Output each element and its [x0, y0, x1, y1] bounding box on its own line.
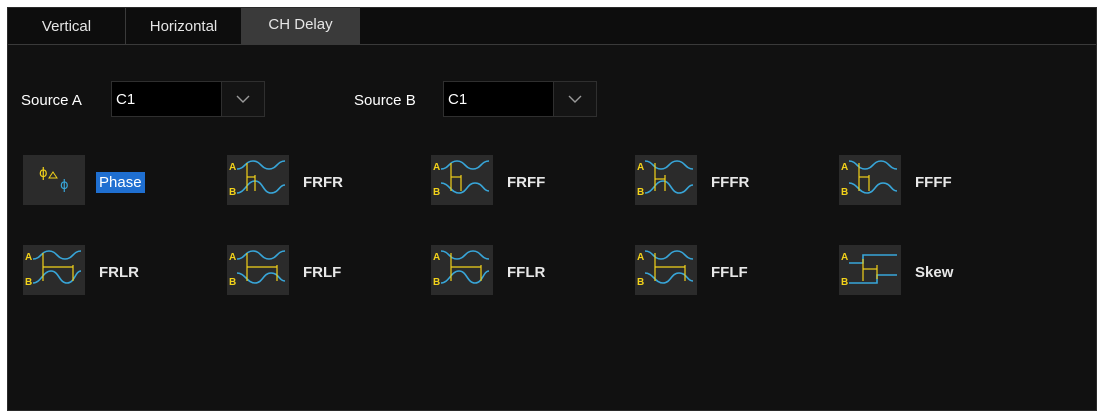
svg-text:A: A: [229, 162, 236, 173]
svg-text:A: A: [433, 252, 440, 263]
svg-text:A: A: [841, 252, 848, 263]
tab-bar: Vertical Horizontal CH Delay: [8, 8, 1096, 45]
svg-text:A: A: [433, 162, 440, 173]
svg-text:B: B: [637, 277, 644, 288]
source-b-value: C1: [448, 91, 468, 108]
svg-text:B: B: [25, 277, 32, 288]
phase-icon[interactable]: ϕ ϕ: [23, 155, 85, 205]
svg-text:ϕ: ϕ: [39, 166, 48, 181]
frlr-icon[interactable]: A B: [23, 245, 85, 295]
measure-label-fflf[interactable]: FFLF: [711, 264, 748, 281]
measure-label-fflr[interactable]: FFLR: [507, 264, 545, 281]
svg-text:A: A: [25, 252, 32, 263]
source-a-select[interactable]: C1: [111, 81, 265, 117]
measure-label-phase[interactable]: Phase: [96, 172, 145, 193]
svg-text:B: B: [433, 277, 440, 288]
fflf-icon[interactable]: A B: [635, 245, 697, 295]
skew-icon[interactable]: A B: [839, 245, 901, 295]
source-b-label: Source B: [354, 92, 416, 109]
svg-text:A: A: [229, 252, 236, 263]
frfr-icon[interactable]: A B: [227, 155, 289, 205]
svg-text:A: A: [841, 162, 848, 173]
frff-icon[interactable]: A B: [431, 155, 493, 205]
svg-text:B: B: [433, 187, 440, 198]
source-b-select[interactable]: C1: [443, 81, 597, 117]
svg-text:A: A: [637, 252, 644, 263]
ffff-icon[interactable]: A B: [839, 155, 901, 205]
measure-label-frlr[interactable]: FRLR: [99, 264, 139, 281]
measure-label-fffr[interactable]: FFFR: [711, 174, 749, 191]
tab-horizontal[interactable]: Horizontal: [126, 8, 242, 44]
measure-label-frlf[interactable]: FRLF: [303, 264, 341, 281]
svg-text:B: B: [841, 187, 848, 198]
tab-ch-delay[interactable]: CH Delay: [242, 8, 360, 44]
chevron-down-icon[interactable]: [221, 82, 264, 116]
measure-label-frff[interactable]: FRFF: [507, 174, 545, 191]
source-a-label: Source A: [21, 92, 82, 109]
svg-text:B: B: [841, 277, 848, 288]
fffr-icon[interactable]: A B: [635, 155, 697, 205]
fflr-icon[interactable]: A B: [431, 245, 493, 295]
svg-text:B: B: [229, 187, 236, 198]
measure-label-skew[interactable]: Skew: [915, 264, 953, 281]
measure-label-ffff[interactable]: FFFF: [915, 174, 952, 191]
svg-text:B: B: [637, 187, 644, 198]
tab-vertical[interactable]: Vertical: [8, 8, 126, 44]
svg-text:ϕ: ϕ: [60, 178, 69, 193]
svg-text:B: B: [229, 277, 236, 288]
source-a-value: C1: [116, 91, 136, 108]
chevron-down-icon[interactable]: [553, 82, 596, 116]
measure-label-frfr[interactable]: FRFR: [303, 174, 343, 191]
svg-text:A: A: [637, 162, 644, 173]
frlf-icon[interactable]: A B: [227, 245, 289, 295]
ch-delay-panel: Vertical Horizontal CH Delay Source A C1…: [7, 7, 1097, 411]
